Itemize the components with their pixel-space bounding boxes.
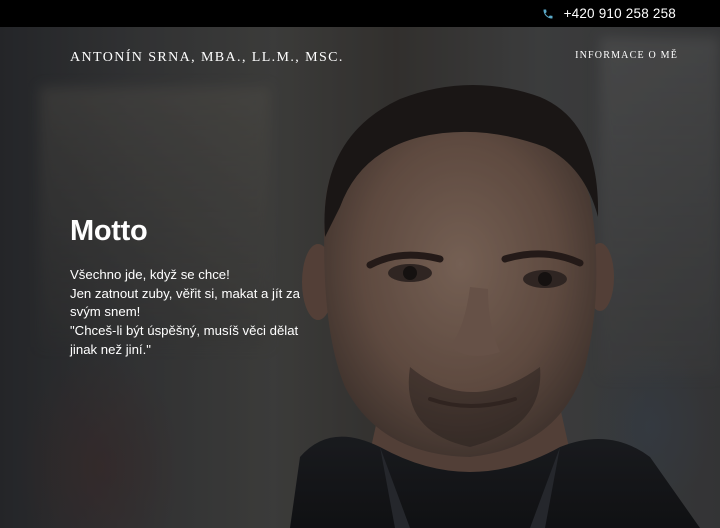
phone-icon bbox=[543, 9, 553, 18]
nav-link-about[interactable]: INFORMACE O MĚ bbox=[575, 50, 678, 61]
motto-line: jinak než jiní." bbox=[70, 341, 151, 357]
site-brand[interactable]: ANTONÍN SRNA, MBA., LL.M., MSC. bbox=[70, 50, 344, 66]
motto-heading: Motto bbox=[70, 215, 148, 247]
phone-contact[interactable]: +420 910 258 258 bbox=[542, 0, 676, 27]
motto-block: Motto Všechno jde, když se chce! Jen zat… bbox=[70, 215, 310, 360]
motto-line: "Chceš-li být úspěšný, musíš věci dělat bbox=[70, 323, 299, 339]
phone-number[interactable]: +420 910 258 258 bbox=[564, 6, 676, 21]
contact-bar: +420 910 258 258 bbox=[0, 0, 720, 27]
hero-section: ANTONÍN SRNA, MBA., LL.M., MSC. INFORMAC… bbox=[0, 27, 720, 528]
motto-line: Jen zatnout zuby, věřit si, makat a jít … bbox=[70, 285, 300, 301]
motto-line: Všechno jde, když se chce! bbox=[70, 267, 230, 282]
motto-line: svým snem! bbox=[70, 304, 141, 320]
